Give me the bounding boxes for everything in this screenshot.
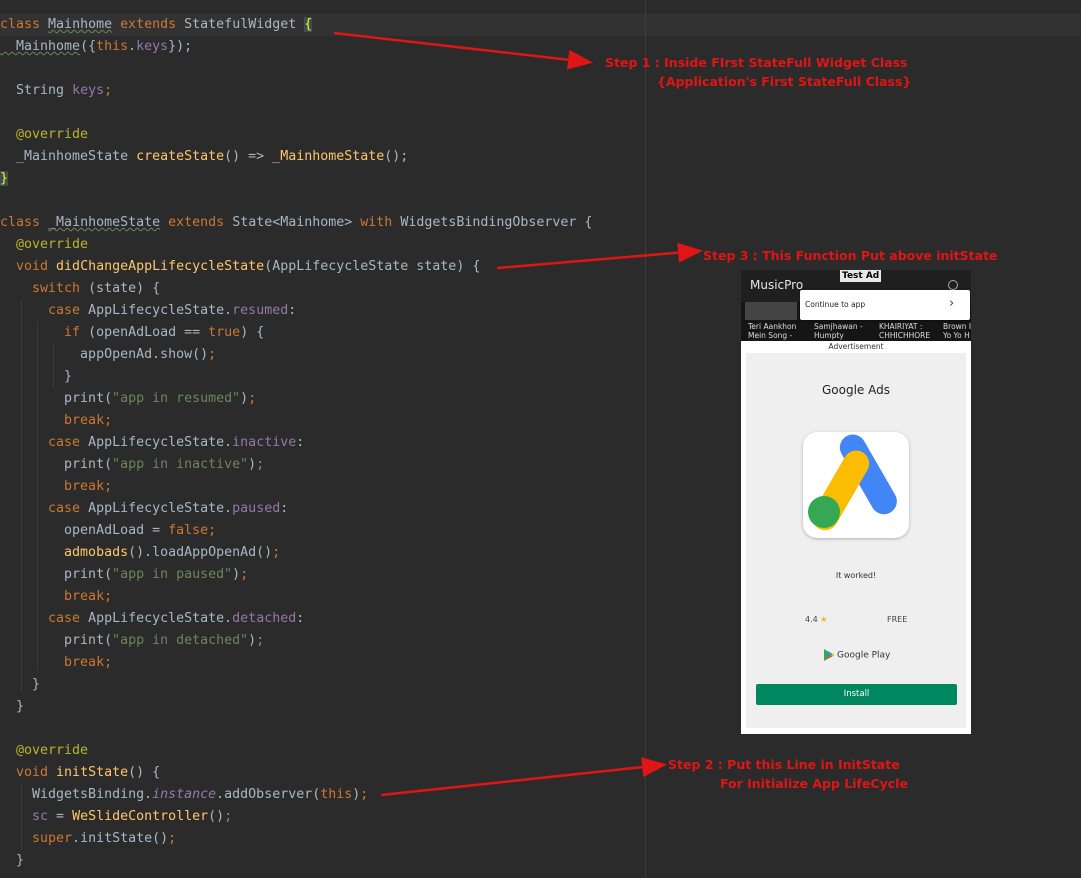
continue-label: Continue to app <box>805 300 866 309</box>
step3-arrow <box>496 242 703 270</box>
ad-body[interactable]: Google Ads It worked! 4.4 ★ FREE Google … <box>746 353 966 728</box>
advertisement-label: Advertisement <box>828 342 884 351</box>
song-title: Teri Aankhon Mein Song - <box>748 322 797 340</box>
step1-arrow <box>333 31 593 70</box>
song-title: Brown I Yo Yo H <box>943 322 971 340</box>
phone-screenshot: MusicPro Test Ad Teri Aankhon Mein Song … <box>741 270 971 734</box>
search-icon[interactable] <box>948 280 958 290</box>
continue-to-app-button[interactable]: Continue to app › <box>800 290 970 320</box>
song-title: Samjhawan - Humpty <box>814 322 863 340</box>
rating-value: 4.4 <box>805 615 818 624</box>
price-label: FREE <box>887 615 908 624</box>
ad-card: Advertisement Google Ads It worked! 4.4 … <box>741 341 971 734</box>
google-ads-logo-icon <box>803 432 909 538</box>
test-ad-badge: Test Ad <box>840 270 882 282</box>
ad-app-name: Google Ads <box>822 383 890 397</box>
google-play-badge: Google Play <box>824 649 890 661</box>
rating: 4.4 ★ <box>805 615 827 624</box>
google-play-label: Google Play <box>837 650 891 661</box>
install-button[interactable]: Install <box>756 684 957 705</box>
star-icon: ★ <box>820 615 828 624</box>
ad-message: It worked! <box>835 571 877 580</box>
thumbnail-image[interactable] <box>745 302 797 320</box>
chevron-right-icon: › <box>949 296 955 311</box>
google-play-icon <box>824 649 835 661</box>
app-title: MusicPro <box>750 278 804 292</box>
step2-arrow <box>380 757 667 797</box>
song-title: KHAIRIYAT : CHHICHHORE <box>879 322 931 340</box>
